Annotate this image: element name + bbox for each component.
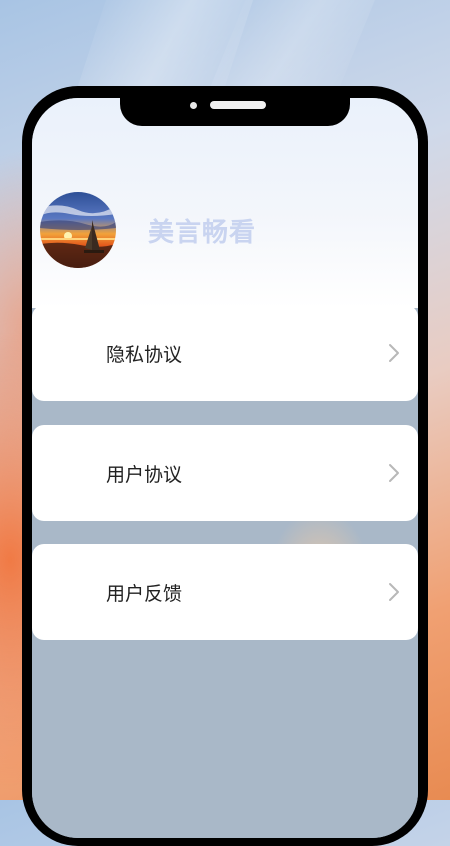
- phone-screen: 美言畅看 隐私协议 用户协议 用户反馈: [32, 98, 418, 838]
- chevron-right-icon: [384, 580, 404, 604]
- menu-item-user-agreement[interactable]: 用户协议: [32, 425, 418, 521]
- avatar[interactable]: [40, 192, 116, 268]
- menu-item-privacy-policy[interactable]: 隐私协议: [32, 305, 418, 401]
- menu-item-label: 隐私协议: [106, 343, 183, 366]
- menu-item-label: 用户协议: [106, 463, 183, 486]
- camera-icon: [190, 102, 197, 109]
- chevron-right-icon: [384, 461, 404, 485]
- app-title: 美言畅看: [148, 218, 257, 248]
- phone-frame: 美言畅看 隐私协议 用户协议 用户反馈: [22, 86, 428, 846]
- sunset-painting-icon: [40, 192, 116, 268]
- speaker-icon: [210, 101, 266, 109]
- menu-item-label: 用户反馈: [106, 582, 183, 605]
- phone-notch: [120, 98, 350, 126]
- menu-item-user-feedback[interactable]: 用户反馈: [32, 544, 418, 640]
- chevron-right-icon: [384, 341, 404, 365]
